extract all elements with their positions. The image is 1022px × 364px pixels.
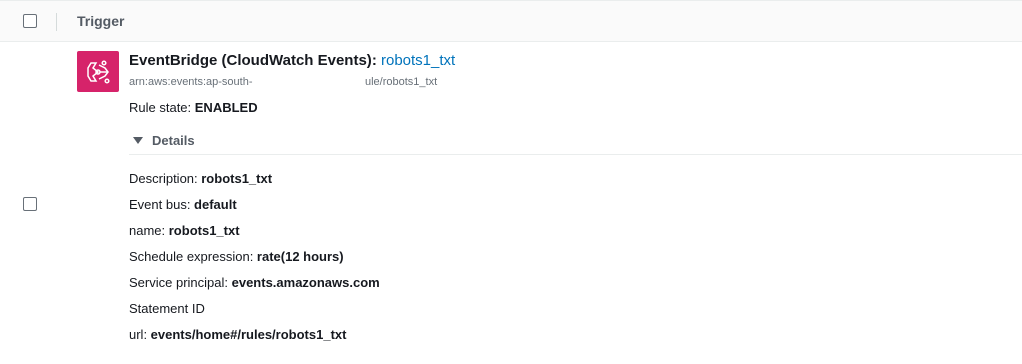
eventbridge-icon (77, 51, 119, 92)
detail-service-principal: Service principal: events.amazonaws.com (129, 275, 380, 290)
detail-value: default (194, 197, 237, 212)
select-all-checkbox[interactable] (23, 14, 37, 28)
detail-value: events.amazonaws.com (231, 275, 380, 290)
detail-label: name: (129, 223, 169, 238)
detail-label: Description: (129, 171, 202, 186)
trigger-column-header: Trigger (77, 13, 125, 29)
triggers-table: Trigger EventBridge (CloudWatch Events):… (0, 0, 1022, 364)
detail-event-bus: Event bus: default (129, 197, 237, 212)
rule-state-label: Rule state: (129, 100, 195, 115)
trigger-title: EventBridge (CloudWatch Events): robots1… (129, 52, 455, 69)
arn-suffix: ule/robots1_txt (365, 76, 438, 88)
rule-state-value: ENABLED (194, 100, 258, 115)
row-select-checkbox[interactable] (23, 197, 37, 211)
table-header-row: Trigger (0, 1, 1022, 42)
detail-statement-id: Statement ID (129, 301, 205, 316)
rule-state: Rule state: ENABLED (129, 100, 258, 115)
title-separator: : (371, 52, 381, 69)
detail-label: Statement ID (129, 301, 205, 316)
detail-label: url: (129, 327, 151, 342)
detail-name: name: robots1_txt (129, 223, 240, 238)
detail-label: Service principal: (129, 275, 232, 290)
detail-description: Description: robots1_txt (129, 171, 272, 186)
detail-schedule-expression: Schedule expression: rate(12 hours) (129, 249, 344, 264)
service-name: EventBridge (CloudWatch Events) (129, 52, 372, 69)
details-toggle-label: Details (152, 132, 195, 148)
detail-value: robots1_txt (201, 171, 273, 186)
caret-down-icon (133, 136, 143, 144)
header-divider (56, 13, 57, 31)
detail-label: Event bus: (129, 197, 195, 212)
details-toggle[interactable]: Details (133, 131, 195, 149)
detail-value: robots1_txt (168, 223, 240, 238)
details-divider (129, 154, 1022, 155)
detail-url: url: events/home#/rules/robots1_txt (129, 327, 346, 342)
arn-prefix: arn:aws:events:ap-south- (129, 76, 253, 88)
rule-link[interactable]: robots1_txt (381, 52, 455, 69)
detail-value: events/home#/rules/robots1_txt (150, 327, 347, 342)
detail-label: Schedule expression: (129, 249, 257, 264)
detail-value: rate(12 hours) (256, 249, 344, 264)
